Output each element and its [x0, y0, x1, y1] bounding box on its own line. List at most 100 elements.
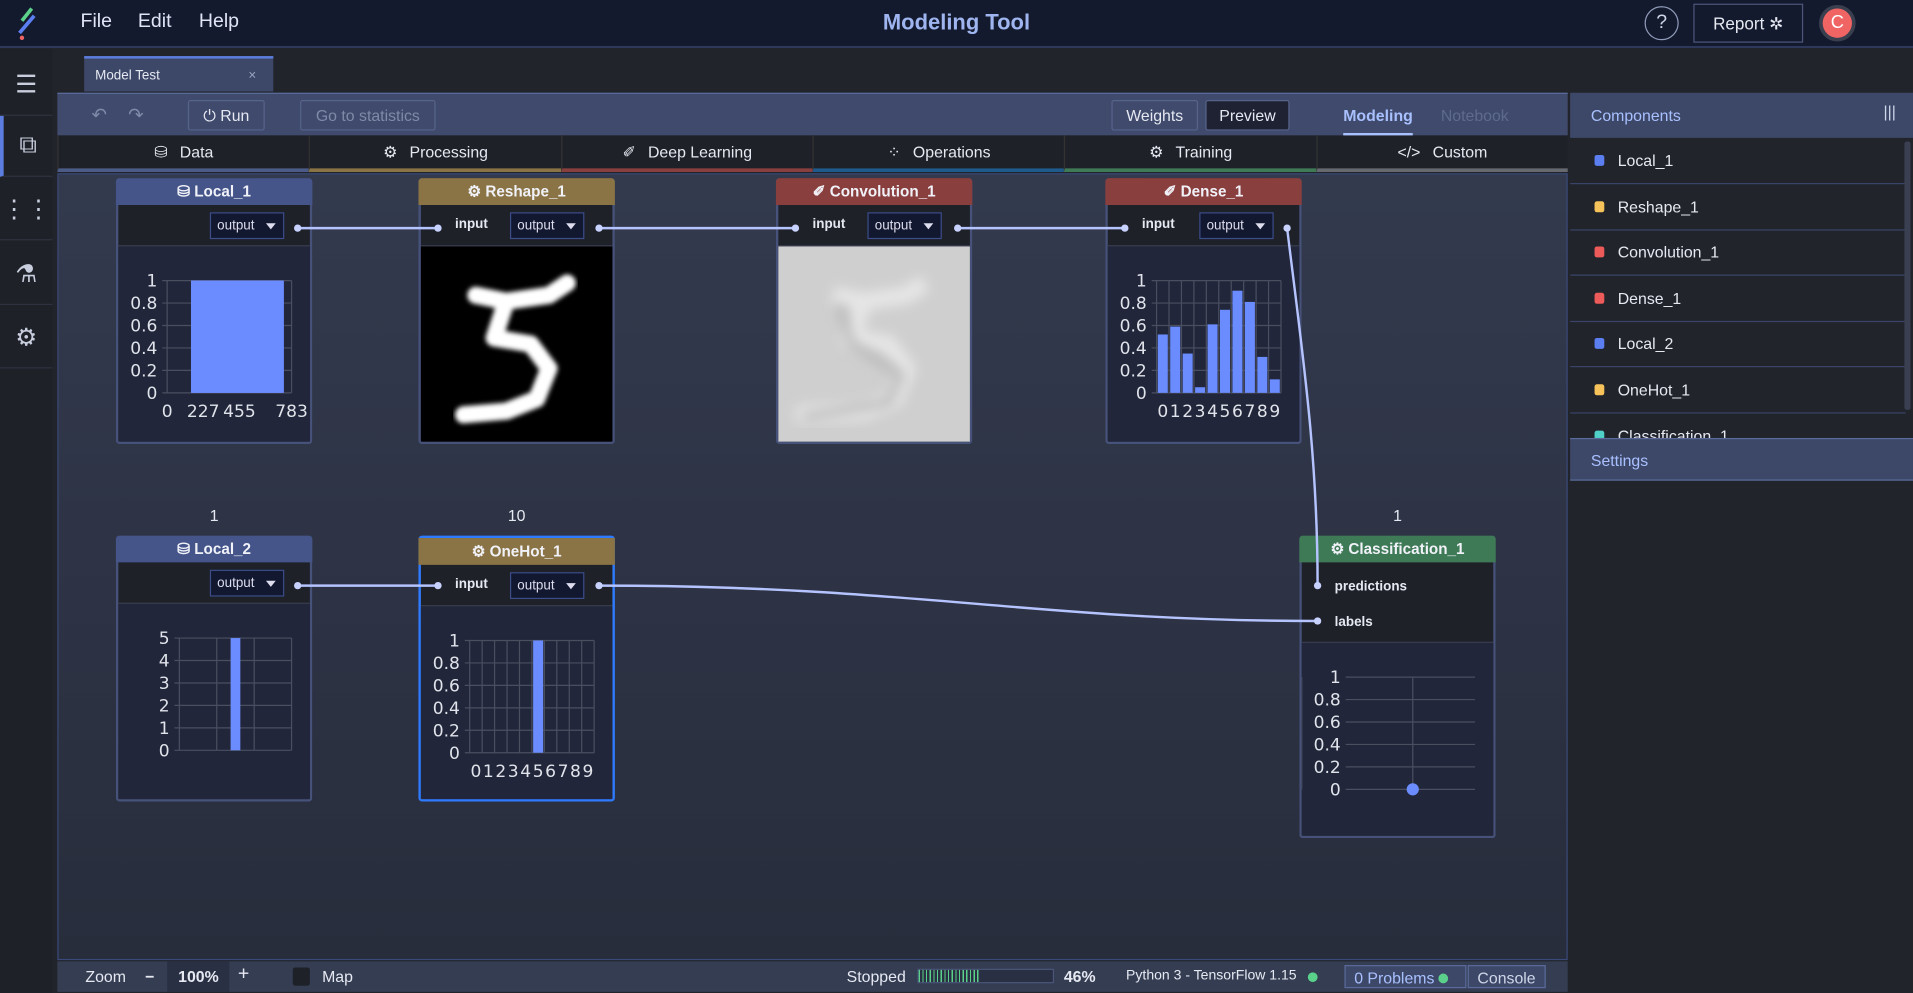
node-convolution-1[interactable]: ✐ Convolution_1 input output: [775, 178, 973, 445]
component-item[interactable]: Convolution_1: [1570, 230, 1906, 276]
y-tick-label: 1: [147, 272, 158, 292]
problems-button[interactable]: 0 Problems: [1344, 965, 1467, 989]
gear-icon: ⚙: [471, 542, 486, 560]
x-tick-label: 0: [470, 762, 481, 782]
y-tick-label: 0.4: [130, 339, 157, 359]
node-dense-1[interactable]: ✐ Dense_1 input output 0 0.2 0.4 0.6 0.8 1 0 1 2 3…: [1105, 178, 1302, 445]
components-scrollbar[interactable]: [1904, 141, 1911, 410]
zoom-out-button[interactable]: −: [145, 967, 154, 985]
category-label: Processing: [409, 142, 488, 162]
node-title: OneHot_1: [489, 542, 562, 560]
node-local-2[interactable]: ⛁ Local_2 output 012 34 5: [115, 535, 313, 802]
component-color-dot: [1594, 384, 1605, 396]
avatar[interactable]: C: [1819, 4, 1856, 42]
settings-header[interactable]: Settings: [1570, 437, 1913, 481]
settings-gear-icon[interactable]: ⚙: [0, 307, 53, 369]
y-tick-label: 1: [449, 632, 460, 652]
bar-band: [190, 280, 282, 393]
right-panel: Components ||| Local_1 Reshape_1 Convolutio…: [1570, 92, 1913, 993]
go-to-statistics-button[interactable]: Go to statistics: [300, 100, 436, 131]
training-gear-icon: ⚙: [1149, 142, 1164, 161]
gear-icon: ⚙: [383, 142, 398, 161]
category-operations[interactable]: ⁘ Operations: [812, 135, 1065, 173]
category-data[interactable]: ⛁ Data: [57, 135, 310, 173]
component-item[interactable]: Dense_1: [1570, 275, 1906, 322]
node-count: 1: [209, 506, 219, 525]
problems-status-dot: [1438, 973, 1449, 984]
run-state: Stopped: [846, 967, 906, 986]
node-preview: 0 0.2 0.4 0.6 0.8 1 0 1 2 3 4 5 6 7 8 9: [1107, 246, 1300, 442]
app-title: Modeling Tool: [882, 9, 1031, 35]
component-color-dot: [1594, 200, 1605, 212]
node-title: Reshape_1: [485, 183, 566, 201]
component-item[interactable]: Classification_1: [1570, 413, 1906, 438]
predictions-port-label: predictions: [1334, 579, 1408, 595]
output-select[interactable]: output: [1199, 212, 1274, 240]
category-deep-learning[interactable]: ✐ Deep Learning: [560, 135, 813, 173]
brain-icon: ✐: [622, 142, 636, 161]
undo-icon[interactable]: ↶: [92, 104, 107, 126]
category-training[interactable]: ⚙ Training: [1064, 135, 1316, 173]
modeling-icon[interactable]: ⧉: [0, 115, 53, 177]
node-header: ✐ Convolution_1: [775, 178, 973, 205]
y-tick-label: 2: [159, 697, 170, 717]
node-ports: output: [118, 562, 310, 604]
input-port-label: input: [812, 217, 846, 232]
components-title: Components: [1590, 106, 1681, 125]
x-tick-label: 5: [1220, 402, 1231, 422]
y-tick-label: 0.8: [1120, 294, 1147, 314]
map-label: Map: [322, 967, 353, 986]
y-tick-label: 3: [159, 674, 170, 694]
tab-modeling[interactable]: Modeling: [1343, 106, 1413, 137]
modeling-canvas[interactable]: ⛁ Local_1 output 0 0.2 0.4 0.6 0.8 1 0 227 455 78…: [57, 173, 1568, 961]
zoom-in-button[interactable]: +: [238, 964, 249, 986]
node-reshape-1[interactable]: ⚙ Reshape_1 input output: [418, 178, 615, 445]
node-onehot-1[interactable]: ⚙ OneHot_1 input output 0 0.2 0.4 0.6 0.8 1 0 1 2…: [418, 535, 615, 802]
weights-button[interactable]: Weights: [1111, 100, 1199, 131]
category-processing[interactable]: ⚙ Processing: [309, 135, 561, 173]
component-item[interactable]: OneHot_1: [1570, 367, 1906, 414]
node-classification-1[interactable]: ⚙ Classification_1 predictions labels 0 0.…: [1299, 535, 1496, 839]
output-select[interactable]: output: [209, 212, 285, 240]
x-tick-label: 0: [1157, 402, 1168, 422]
node-header: ⛁ Local_2: [115, 535, 313, 563]
y-tick-label: 0.2: [433, 721, 460, 741]
close-tab-icon[interactable]: ×: [248, 68, 256, 83]
run-button[interactable]: ⏻ Run: [187, 100, 265, 131]
component-item[interactable]: Reshape_1: [1570, 184, 1906, 231]
output-select[interactable]: output: [509, 572, 585, 600]
output-select[interactable]: output: [209, 569, 285, 597]
y-tick-label: 0: [159, 741, 170, 761]
y-tick-label: 0.4: [433, 699, 460, 719]
map-checkbox[interactable]: [292, 967, 310, 986]
columns-icon[interactable]: |||: [1884, 102, 1896, 120]
flask-icon[interactable]: ⚗: [0, 244, 53, 305]
node-local-1[interactable]: ⛁ Local_1 output 0 0.2 0.4 0.6 0.8 1 0 227 455 78…: [115, 178, 313, 445]
power-icon: ⏻: [203, 106, 216, 125]
code-icon: </>: [1397, 142, 1421, 162]
y-tick-label: 0.8: [130, 294, 157, 314]
statistics-icon[interactable]: ⋮⋮: [0, 179, 53, 241]
digit-five-image: [455, 274, 576, 424]
node-title: Local_2: [194, 540, 252, 558]
report-button[interactable]: Report ✲: [1693, 3, 1804, 43]
category-custom[interactable]: </> Custom: [1315, 135, 1568, 173]
component-item[interactable]: Local_2: [1570, 321, 1906, 368]
bar: [1232, 290, 1243, 393]
output-select[interactable]: output: [867, 212, 942, 240]
redo-icon[interactable]: ↷: [128, 104, 143, 126]
preview-button[interactable]: Preview: [1205, 100, 1290, 131]
x-tick-label: 8: [570, 762, 581, 782]
tab-notebook[interactable]: Notebook: [1441, 106, 1509, 124]
console-button[interactable]: Console: [1467, 965, 1546, 989]
document-tab[interactable]: Model Test ×: [84, 56, 274, 92]
database-icon: ⛁: [154, 142, 168, 161]
help-button[interactable]: ?: [1644, 6, 1679, 41]
components-header[interactable]: Components |||: [1570, 92, 1913, 138]
list-icon[interactable]: ☰: [0, 55, 53, 116]
component-label: Convolution_1: [1617, 243, 1720, 262]
x-tick-label: 2: [495, 762, 506, 782]
output-select[interactable]: output: [509, 212, 585, 240]
x-tick-label: 4: [1207, 402, 1218, 422]
component-item[interactable]: Local_1: [1570, 138, 1906, 185]
